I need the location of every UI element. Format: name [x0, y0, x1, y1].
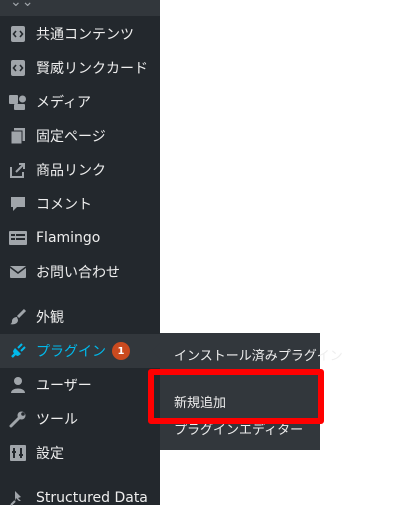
- sidebar-item-label: メディア: [36, 95, 92, 111]
- sidebar-item-label: お問い合わせ: [36, 265, 120, 281]
- pages-icon: [8, 126, 28, 146]
- sidebar-item-common-contents[interactable]: 共通コンテンツ: [0, 17, 160, 51]
- admin-sidebar: ⌄⌄ 共通コンテンツ 賢威リンクカード メディア 固定ページ 商品リンク コメン…: [0, 0, 160, 506]
- collapsed-menu-icon: ⌄⌄: [10, 0, 34, 10]
- external-link-icon: [8, 160, 28, 180]
- sidebar-item-label: ツール: [36, 412, 78, 428]
- sidebar-top-strip: ⌄⌄: [0, 0, 160, 16]
- list-icon: [8, 228, 28, 248]
- sidebar-item-comments[interactable]: コメント: [0, 187, 160, 221]
- sidebar-item-label: 賢威リンクカード: [36, 61, 148, 77]
- sidebar-item-flamingo[interactable]: Flamingo: [0, 221, 160, 255]
- sidebar-item-label: コメント: [36, 197, 92, 213]
- sidebar-item-plugins[interactable]: プラグイン 1: [0, 334, 160, 368]
- sidebar-item-label: 商品リンク: [36, 163, 106, 179]
- submenu-pointer: [152, 343, 160, 359]
- sidebar-item-appearance[interactable]: 外観: [0, 300, 160, 334]
- settings-icon: [8, 443, 28, 463]
- sidebar-item-link-card[interactable]: 賢威リンクカード: [0, 51, 160, 85]
- sidebar-item-label: ユーザー: [36, 378, 92, 394]
- code-page-icon: [8, 58, 28, 78]
- sidebar-item-label: 設定: [36, 446, 64, 462]
- update-count-badge: 1: [112, 342, 130, 360]
- sidebar-item-label: Structured Data: [36, 490, 148, 506]
- sidebar-item-label: 固定ページ: [36, 129, 106, 145]
- sidebar-item-product-link[interactable]: 商品リンク: [0, 153, 160, 187]
- sidebar-item-tools[interactable]: ツール: [0, 402, 160, 436]
- user-icon: [8, 375, 28, 395]
- plugin-icon: [8, 341, 28, 361]
- sidebar-item-label: 外観: [36, 310, 64, 326]
- sidebar-item-structured-data[interactable]: Structured Data: [0, 481, 160, 515]
- submenu-plugin-editor[interactable]: プラグインエディター: [174, 419, 303, 438]
- pin-icon: [8, 488, 28, 508]
- sidebar-item-users[interactable]: ユーザー: [0, 368, 160, 402]
- sidebar-item-pages[interactable]: 固定ページ: [0, 119, 160, 153]
- wrench-icon: [8, 409, 28, 429]
- brush-icon: [8, 307, 28, 327]
- submenu-installed-plugins[interactable]: インストール済みプラグイン: [174, 345, 343, 364]
- plugins-flyout-submenu: インストール済みプラグイン 新規追加 プラグインエディター: [160, 333, 343, 450]
- sidebar-item-settings[interactable]: 設定: [0, 436, 160, 470]
- media-icon: [8, 92, 28, 112]
- comment-icon: [8, 194, 28, 214]
- sidebar-item-media[interactable]: メディア: [0, 85, 160, 119]
- sidebar-item-label: 共通コンテンツ: [36, 27, 134, 43]
- mail-icon: [8, 262, 28, 282]
- sidebar-item-label: Flamingo: [36, 230, 101, 246]
- sidebar-item-contact[interactable]: お問い合わせ: [0, 255, 160, 289]
- submenu-add-new[interactable]: 新規追加: [174, 392, 226, 411]
- sidebar-item-label: プラグイン: [36, 344, 106, 360]
- code-page-icon: [8, 24, 28, 44]
